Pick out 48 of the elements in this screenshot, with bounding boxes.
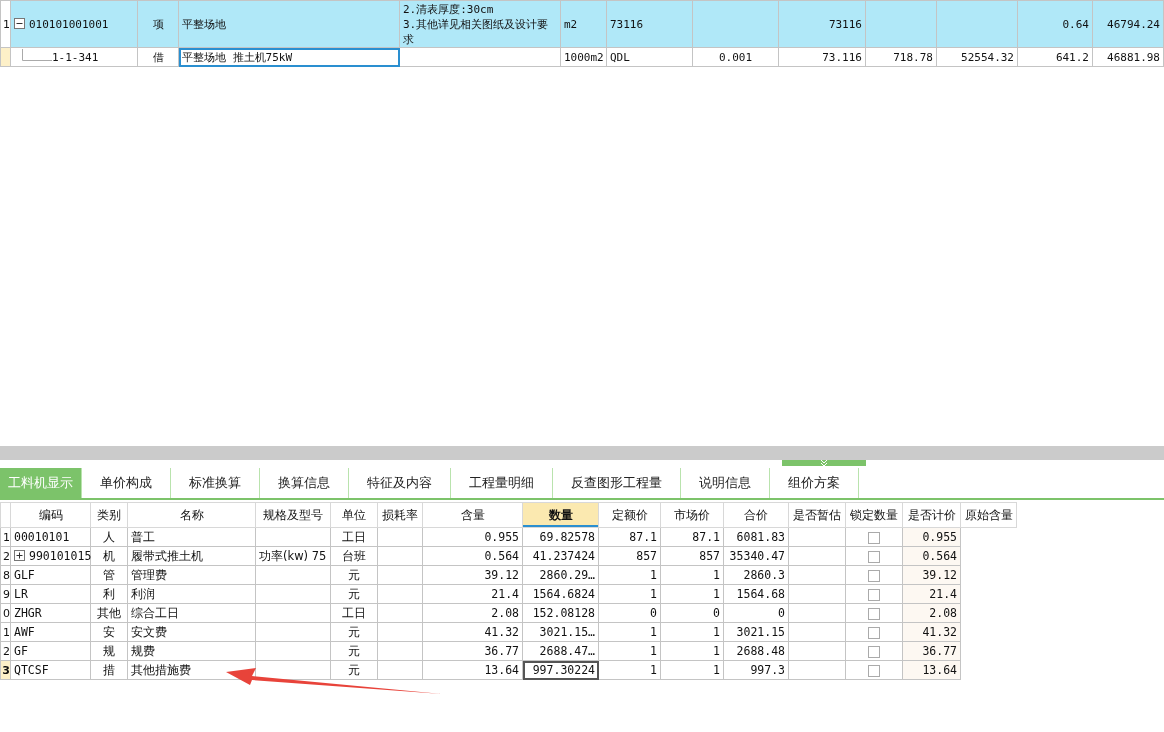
column-header[interactable]: 市场价 [660,502,724,528]
table-cell: 项 [137,0,179,48]
column-header[interactable]: 规格及型号 [255,502,331,528]
row-number: 1 [0,0,11,48]
column-header[interactable]: 数量 [522,502,599,528]
table-cell: 2.清表厚度:30cm 3.其他详见相关图纸及设计要求 [399,0,561,48]
splitter-handle[interactable] [782,460,866,466]
row-number: 2 [0,546,11,566]
checkbox[interactable] [868,607,880,620]
checkbox[interactable] [868,664,880,677]
column-header[interactable]: 原始含量 [960,502,1017,528]
table-cell: 73116 [606,0,693,48]
checkbox[interactable] [868,588,880,601]
row-number [0,47,11,67]
table-cell: 0.64 [1017,0,1093,48]
row-number: 3 [0,660,11,680]
checkbox[interactable] [868,645,880,658]
chevron-down-icon [819,460,829,466]
table-cell: 平整场地 [178,0,400,48]
checkbox[interactable] [868,569,880,582]
column-header[interactable]: 合价 [723,502,789,528]
column-header[interactable]: 编码 [10,502,91,528]
column-header[interactable]: 类别 [90,502,128,528]
checkbox[interactable] [868,626,880,639]
column-header[interactable]: 含量 [422,502,523,528]
row-number: 2 [0,641,11,661]
table-cell: 010101001001 [10,0,138,48]
table-cell: m2 [560,0,607,48]
column-header[interactable]: 是否计价 [902,502,961,528]
checkbox[interactable] [868,550,880,563]
tree-line-icon [22,49,52,61]
expand-icon[interactable] [14,550,25,561]
column-header[interactable]: 单位 [330,502,378,528]
column-header[interactable]: 名称 [127,502,256,528]
table-cell: 46794.24 [1092,0,1164,48]
collapse-icon[interactable] [14,17,25,29]
column-header[interactable]: 损耗率 [377,502,423,528]
row-number: 1 [0,527,11,547]
checkbox[interactable] [868,531,880,544]
row-number: 9 [0,584,11,604]
table-cell: 73116 [778,0,866,48]
table-cell [865,0,937,48]
column-header[interactable]: 是否暂估 [788,502,846,528]
row-number: 8 [0,565,11,585]
column-header[interactable]: 定额价 [598,502,661,528]
row-number: 0 [0,603,11,623]
column-header[interactable]: 锁定数量 [845,502,903,528]
row-number: 1 [0,622,11,642]
